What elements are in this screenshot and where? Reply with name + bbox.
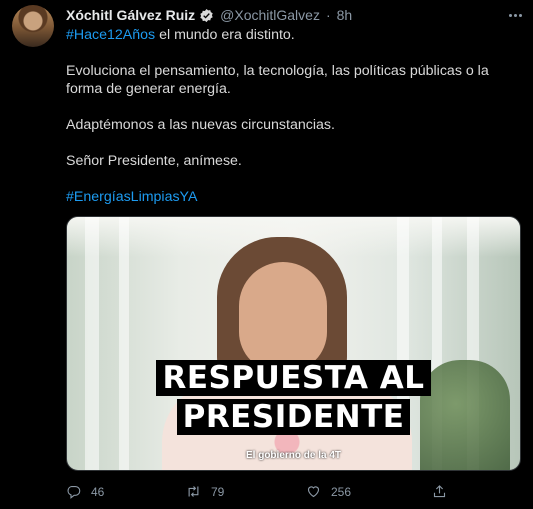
author-handle[interactable]: @XochitlGalvez [220,7,320,23]
header-separator: · [325,7,331,23]
retweet-count: 79 [211,484,225,499]
tweet-paragraph-2: Evoluciona el pensamiento, la tecnología… [66,63,489,97]
share-icon [433,485,446,498]
more-icon[interactable] [505,6,525,24]
tweet-time[interactable]: 8h [337,7,353,23]
video-subcaption: El gobierno de la 4T [245,450,341,461]
verified-badge-icon [200,8,213,22]
tweet-text: #Hace12Años el mundo era distinto. Evolu… [66,26,521,224]
caption-line-2: PRESIDENTE [176,399,411,435]
tweet-paragraph-3: Adaptémonos a las nuevas circunstancias. [66,117,335,133]
video-thumbnail[interactable]: RESPUESTA AL PRESIDENTE El gobierno de l… [66,216,521,471]
action-bar: 46 79 256 [66,484,466,502]
hashtag-link[interactable]: #Hace12Años [66,27,155,43]
author-name[interactable]: Xóchitl Gálvez Ruiz [66,7,195,23]
reply-count: 46 [91,484,105,499]
tweet-paragraph-1: #Hace12Años el mundo era distinto. [66,26,521,44]
hashtag-link[interactable]: #EnergíasLimpiasYA [66,189,197,205]
tweet-paragraph-5: #EnergíasLimpiasYA [66,188,521,206]
video-caption: RESPUESTA AL PRESIDENTE [67,360,520,438]
retweet-icon [188,486,199,497]
avatar[interactable] [12,5,54,47]
reply-icon [67,485,81,499]
share-button[interactable] [432,484,447,499]
caption-line-1: RESPUESTA AL [156,360,431,396]
reply-button[interactable]: 46 [66,484,104,499]
retweet-button[interactable]: 79 [186,484,224,499]
tweet[interactable]: Xóchitl Gálvez Ruiz @XochitlGalvez · 8h … [0,0,533,509]
tweet-header: Xóchitl Gálvez Ruiz @XochitlGalvez · 8h [66,6,352,24]
person-face [239,262,327,372]
like-button[interactable]: 256 [306,484,351,499]
like-icon [307,486,320,498]
like-count: 256 [331,484,352,499]
tweet-paragraph-4: Señor Presidente, anímese. [66,153,242,169]
paragraph-text: el mundo era distinto. [155,27,295,43]
